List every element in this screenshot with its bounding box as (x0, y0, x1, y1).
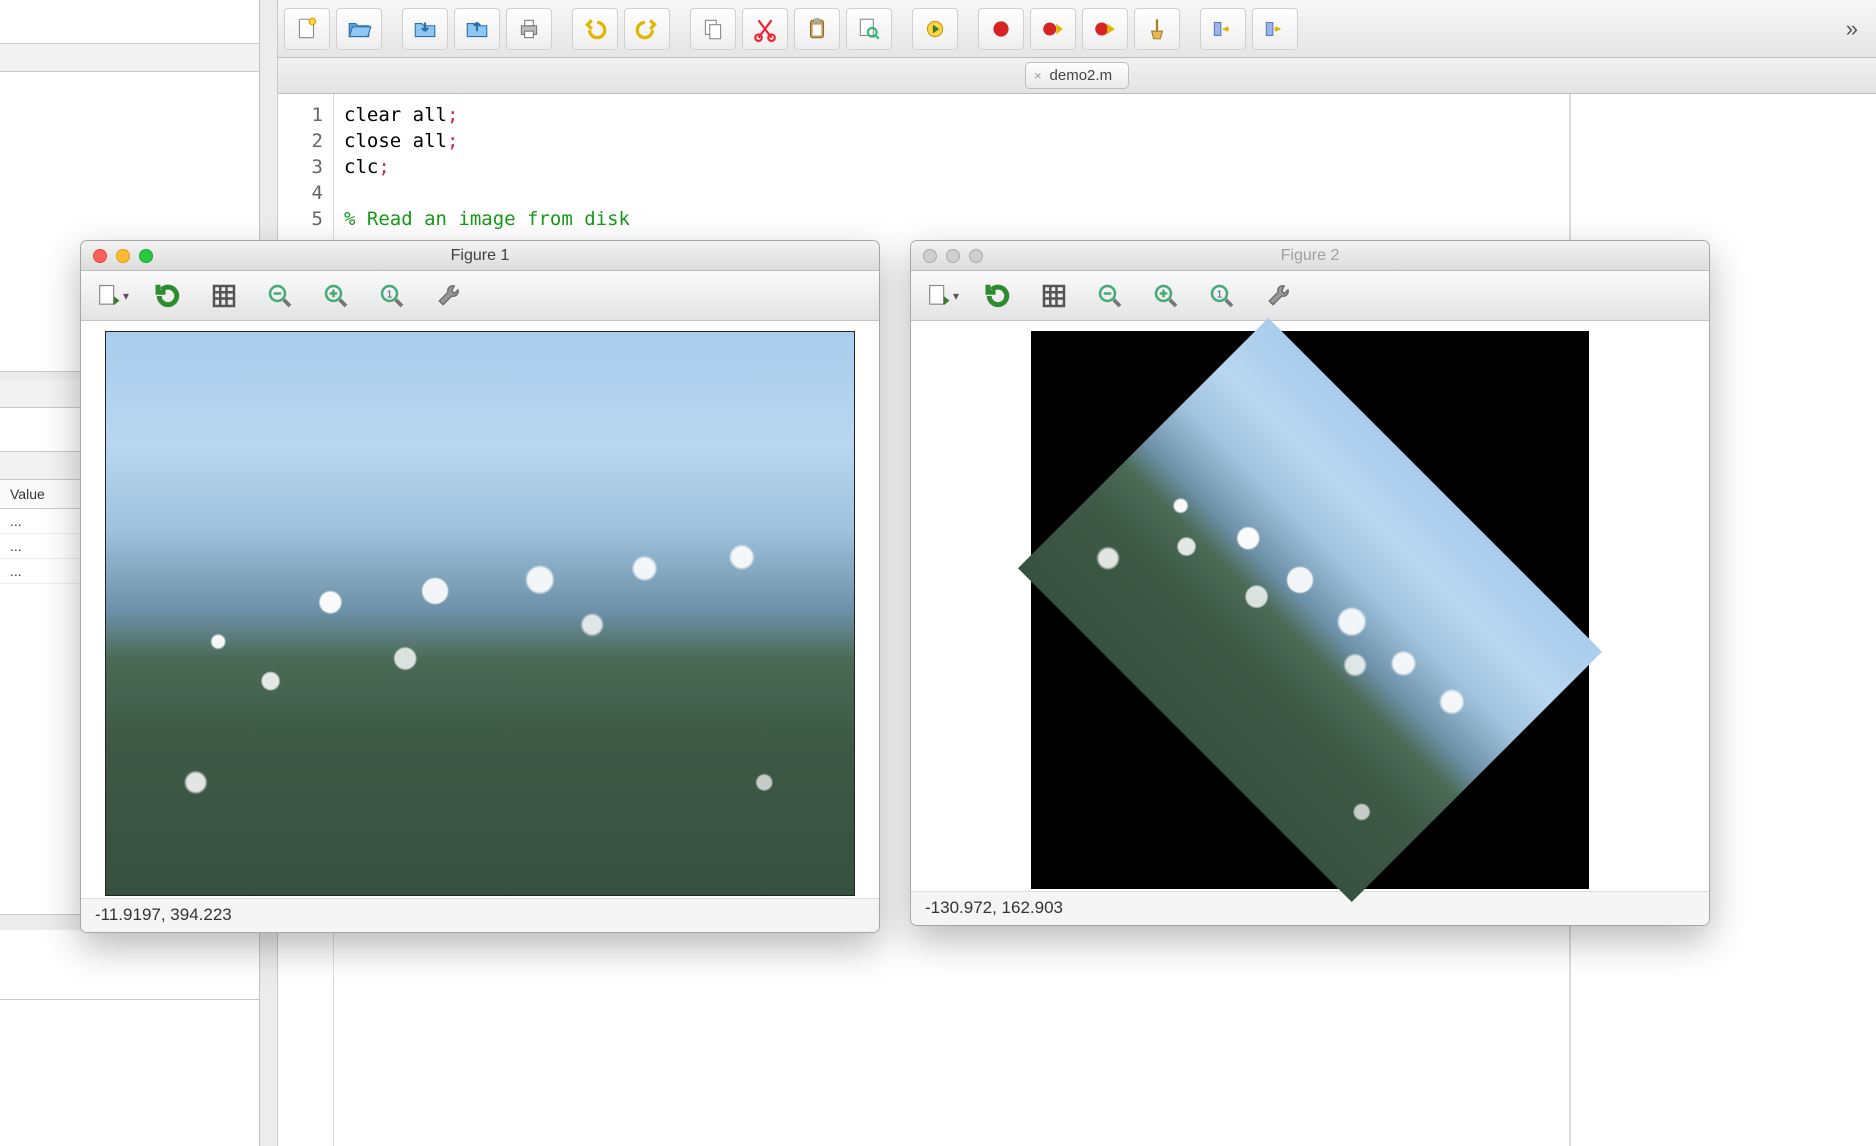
find-icon[interactable] (846, 8, 892, 50)
wrench-icon[interactable] (1261, 279, 1295, 313)
figure2-status: -130.972, 162.903 (911, 891, 1709, 925)
tab-filename: demo2.m (1050, 67, 1113, 84)
cut-icon[interactable] (742, 8, 788, 50)
new-file-icon[interactable] (284, 8, 330, 50)
main-toolbar: » (278, 0, 1876, 58)
svg-text:1: 1 (1217, 289, 1223, 300)
run-gear-icon[interactable] (912, 8, 958, 50)
print-icon[interactable] (506, 8, 552, 50)
figure1-toolbar: ▾ 1 (81, 271, 879, 321)
redo-icon[interactable] (624, 8, 670, 50)
zoom-in-icon[interactable] (1149, 279, 1183, 313)
grid-icon[interactable] (1037, 279, 1071, 313)
file-arrow-icon[interactable]: ▾ (95, 279, 129, 313)
zoom-one-icon[interactable]: 1 (1205, 279, 1239, 313)
step-in-icon[interactable] (1200, 8, 1246, 50)
figure2-canvas[interactable] (911, 321, 1709, 891)
aerial-image-rotated (1018, 318, 1602, 902)
figure1-status: -11.9197, 394.223 (81, 898, 879, 932)
wrench-icon[interactable] (431, 279, 465, 313)
toolbar-overflow-icon[interactable]: » (1846, 16, 1870, 42)
copy-icon[interactable] (690, 8, 736, 50)
zoom-out-icon[interactable] (263, 279, 297, 313)
file-tab[interactable]: × demo2.m (1025, 62, 1129, 89)
rotate-icon[interactable] (981, 279, 1015, 313)
zoom-out-icon[interactable] (1093, 279, 1127, 313)
clean-icon[interactable] (1134, 8, 1180, 50)
file-arrow-icon[interactable]: ▾ (925, 279, 959, 313)
figure2-toolbar: ▾ 1 (911, 271, 1709, 321)
breakpoint-next-icon[interactable] (1082, 8, 1128, 50)
record-icon[interactable] (978, 8, 1024, 50)
figure1-canvas[interactable] (81, 321, 879, 898)
zoom-in-icon[interactable] (319, 279, 353, 313)
paste-icon[interactable] (794, 8, 840, 50)
zoom-one-icon[interactable]: 1 (375, 279, 409, 313)
tab-bar: × demo2.m (278, 58, 1876, 94)
aerial-image (105, 331, 855, 896)
breakpoint-step-icon[interactable] (1030, 8, 1076, 50)
open-file-icon[interactable] (336, 8, 382, 50)
figure2-titlebar[interactable]: Figure 2 (911, 241, 1709, 271)
figure1-title: Figure 1 (81, 247, 879, 265)
svg-text:1: 1 (387, 289, 393, 300)
save-as-icon[interactable] (454, 8, 500, 50)
undo-icon[interactable] (572, 8, 618, 50)
figure-window-1[interactable]: Figure 1 ▾ 1 -11.9197, 394.223 (80, 240, 880, 933)
step-out-icon[interactable] (1252, 8, 1298, 50)
figure-window-2[interactable]: Figure 2 ▾ 1 -130.972, 162.903 (910, 240, 1710, 926)
figure2-title: Figure 2 (911, 247, 1709, 265)
figure1-titlebar[interactable]: Figure 1 (81, 241, 879, 271)
tab-close-icon[interactable]: × (1034, 68, 1042, 83)
grid-icon[interactable] (207, 279, 241, 313)
save-icon[interactable] (402, 8, 448, 50)
rotate-icon[interactable] (151, 279, 185, 313)
